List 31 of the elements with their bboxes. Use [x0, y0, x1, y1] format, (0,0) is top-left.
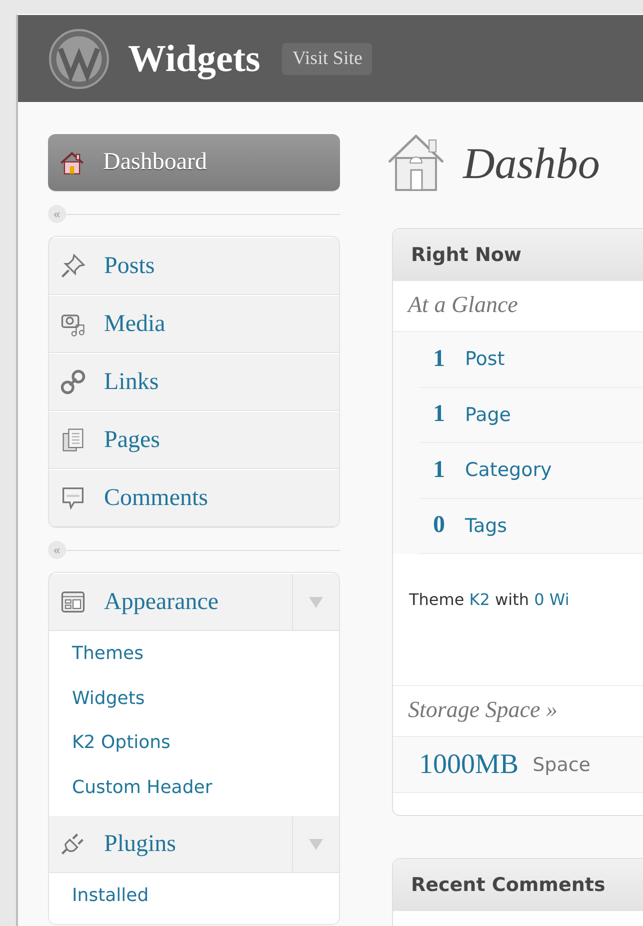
count-link[interactable]: Tags [459, 514, 508, 537]
submenu-item[interactable]: Custom Header [49, 766, 339, 811]
submenu-item[interactable]: Widgets [49, 678, 339, 722]
menu-item[interactable]: Media [49, 295, 339, 353]
count-link[interactable]: Category [459, 459, 552, 482]
widget-header: Right Now [393, 229, 643, 281]
theme-link[interactable]: 0 Wi [534, 590, 570, 609]
storage-label: Space [532, 754, 590, 776]
count-link[interactable]: 0 [419, 512, 459, 540]
menu-item[interactable]: Pages [49, 411, 339, 469]
count-link[interactable]: 1 [419, 456, 459, 484]
menu-item[interactable]: Posts [49, 237, 339, 295]
chain-link-icon [59, 368, 87, 396]
pushpin-icon [59, 252, 87, 280]
menu-item[interactable]: Comments [49, 469, 339, 527]
widget-header: Recent Comments [393, 859, 643, 911]
count-link[interactable]: 1 [419, 346, 459, 373]
submenu-item[interactable]: K2 Options [49, 722, 339, 766]
logo-icon [48, 28, 110, 90]
count-link[interactable]: Page [459, 404, 511, 426]
theme-link[interactable]: K2 [469, 590, 490, 609]
page-title: Dashbo [463, 138, 600, 188]
site-title: Widgets [128, 36, 260, 80]
submenu-item[interactable]: Themes [49, 633, 339, 678]
count-link[interactable]: 1 [419, 401, 459, 428]
menu-item[interactable]: Dashboard [48, 133, 340, 192]
storage-amount[interactable]: 1000MB [419, 748, 519, 780]
visit-site-button[interactable]: Visit Site [282, 42, 372, 74]
count-link[interactable]: Post [459, 348, 505, 370]
theme-text: Theme K2 with 0 Wi [393, 554, 643, 686]
menu-item[interactable]: Links [49, 353, 339, 411]
